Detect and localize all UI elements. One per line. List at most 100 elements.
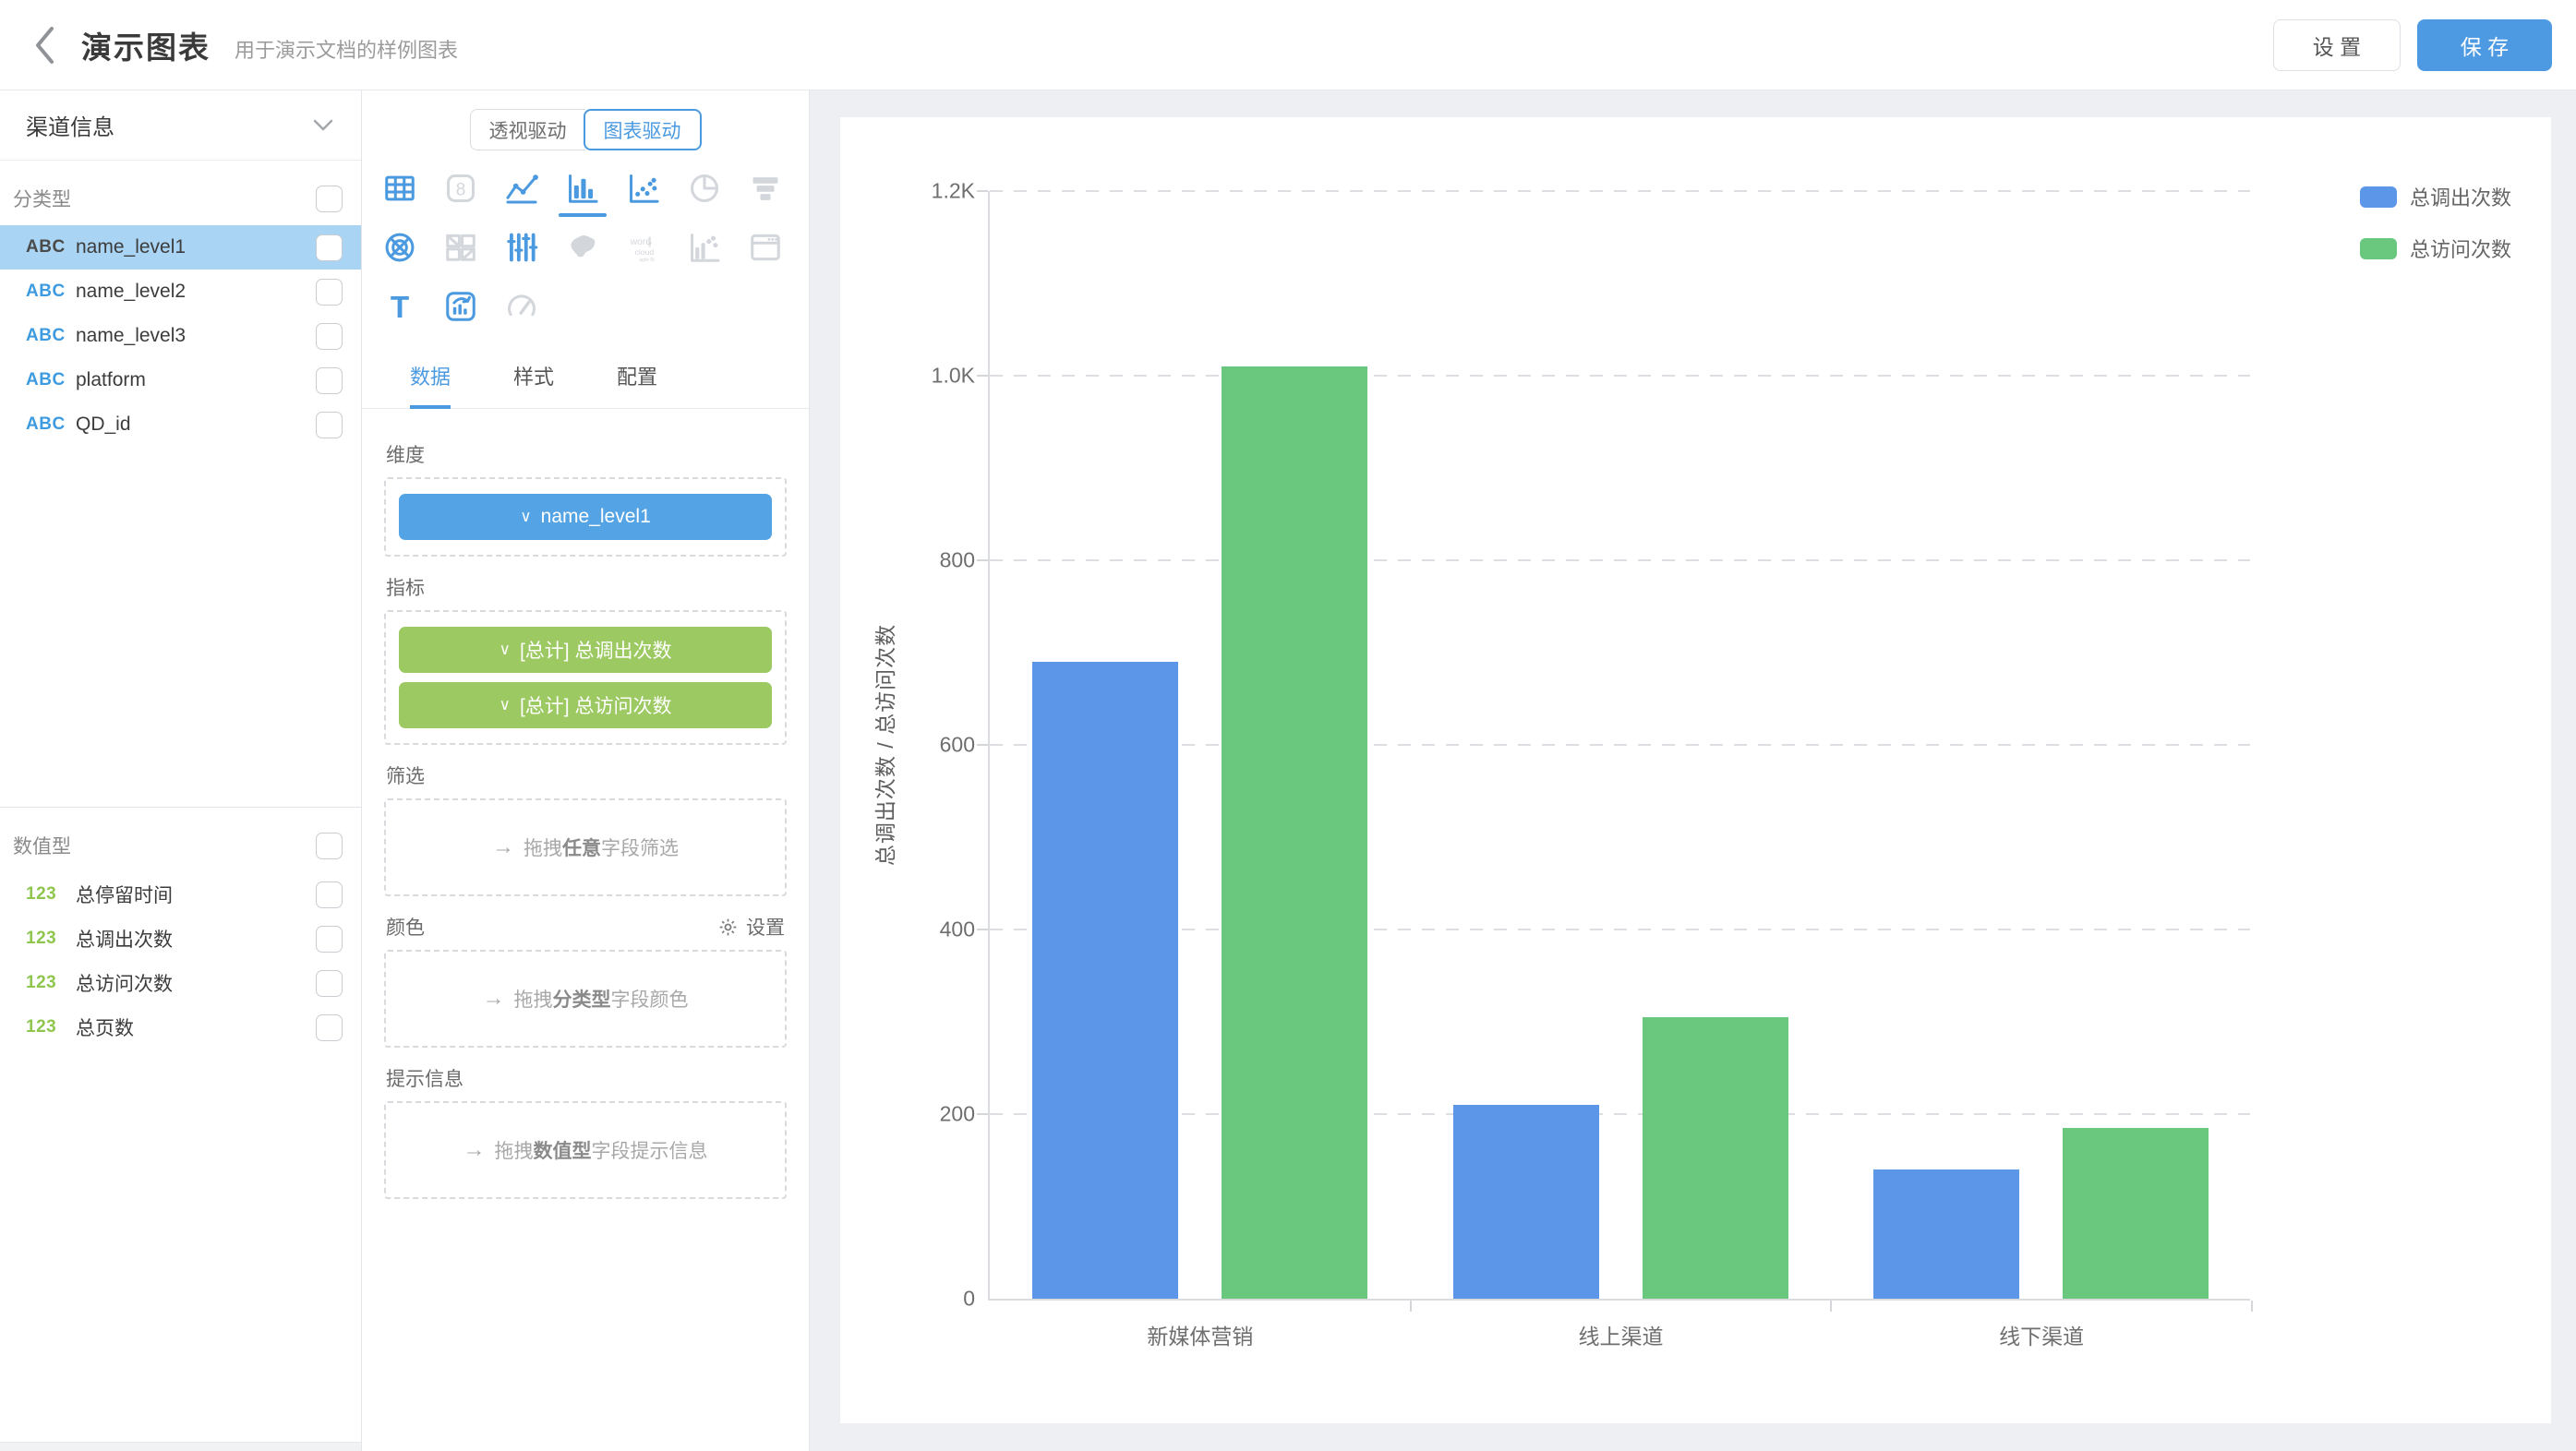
- table-icon[interactable]: [369, 169, 430, 208]
- text-icon[interactable]: T: [369, 287, 430, 326]
- filter-dropzone[interactable]: → 拖拽任意字段筛选: [384, 798, 787, 896]
- color-dropzone[interactable]: → 拖拽分类型字段颜色: [384, 950, 787, 1048]
- line-chart-icon[interactable]: [491, 169, 552, 208]
- field-type-badge: ABC: [26, 282, 76, 302]
- bar-总调出次数-新媒体营销[interactable]: [1032, 662, 1178, 1299]
- chevron-down-icon: [313, 119, 333, 131]
- arrow-right-icon: →: [483, 986, 505, 1012]
- field-section-label: 分类型: [13, 185, 71, 212]
- field-checkbox[interactable]: [316, 970, 343, 997]
- chart-card: 总调出次数总访问次数 总调出次数 / 总访问次数 02004006008001.…: [840, 117, 2551, 1423]
- legend-item-总访问次数[interactable]: 总访问次数: [2360, 234, 2511, 263]
- dimension-chip[interactable]: ∨name_level1: [399, 494, 772, 540]
- field-name: 总调出次数: [76, 925, 316, 953]
- field-item-总停留时间[interactable]: 123总停留时间: [0, 872, 361, 917]
- field-type-badge: 123: [26, 1017, 76, 1037]
- field-type-badge: 123: [26, 973, 76, 993]
- driver-tab-图表驱动[interactable]: 图表驱动: [584, 109, 702, 150]
- field-item-name_level2[interactable]: ABCname_level2: [0, 270, 361, 314]
- section-checkbox[interactable]: [316, 186, 343, 212]
- field-type-badge: 123: [26, 884, 76, 905]
- save-button[interactable]: 保 存: [2417, 19, 2552, 71]
- kline-chart-icon[interactable]: [491, 228, 552, 267]
- field-sidebar: 渠道信息 分类型ABCname_level1ABCname_level2ABCn…: [0, 90, 362, 1451]
- tab-配置[interactable]: 配置: [617, 361, 657, 409]
- field-checkbox[interactable]: [316, 881, 343, 908]
- combo-chart-icon: [674, 228, 735, 267]
- arrow-right-icon: →: [492, 834, 514, 860]
- field-checkbox[interactable]: [316, 323, 343, 350]
- y-tick-label: 1.2K: [892, 179, 975, 204]
- field-item-总访问次数[interactable]: 123总访问次数: [0, 961, 361, 1005]
- bar-总调出次数-线上渠道[interactable]: [1453, 1105, 1599, 1299]
- chart-type-grid: 8wordcloudagileagile BiT: [369, 169, 809, 326]
- page-title: 演示图表: [81, 23, 211, 67]
- field-checkbox[interactable]: [316, 279, 343, 306]
- field-type-badge: ABC: [26, 414, 76, 435]
- field-item-name_level1[interactable]: ABCname_level1: [0, 225, 361, 270]
- field-name: 总停留时间: [76, 881, 316, 908]
- field-checkbox[interactable]: [316, 367, 343, 394]
- x-category-label: 线上渠道: [1411, 1319, 1832, 1350]
- section-measure-fields: 数值型123总停留时间123总调出次数123总访问次数123总页数: [0, 807, 361, 1442]
- svg-text:agile: agile: [647, 236, 653, 247]
- bar-总调出次数-线下渠道[interactable]: [1873, 1169, 2019, 1299]
- field-item-platform[interactable]: ABCplatform: [0, 358, 361, 402]
- radar-chart-icon[interactable]: [369, 228, 430, 267]
- field-name: name_level1: [76, 236, 316, 258]
- gridline: [990, 744, 2250, 746]
- filter-shelf-label: 筛选: [386, 761, 425, 789]
- scatter-chart-icon[interactable]: [613, 169, 674, 208]
- china-map-icon: [552, 228, 613, 267]
- tooltip-shelf-label: 提示信息: [386, 1064, 463, 1092]
- svg-text:8: 8: [456, 180, 466, 199]
- field-type-badge: 123: [26, 929, 76, 949]
- metric-card-icon[interactable]: [430, 287, 491, 326]
- y-tick-label: 200: [892, 1102, 975, 1127]
- dataset-selector[interactable]: 渠道信息: [0, 90, 361, 161]
- dataset-name: 渠道信息: [26, 109, 114, 141]
- field-item-总页数[interactable]: 123总页数: [0, 1005, 361, 1049]
- gridline: [990, 929, 2250, 930]
- field-checkbox[interactable]: [316, 412, 343, 438]
- field-checkbox[interactable]: [316, 234, 343, 261]
- y-axis-tick: [977, 929, 988, 930]
- shelves: 维度 ∨name_level1 指标 ∨[总计] 总调出次数∨[总计] 总访问次…: [362, 409, 809, 1451]
- tab-数据[interactable]: 数据: [410, 361, 451, 409]
- settings-button[interactable]: 设 置: [2273, 19, 2401, 71]
- bar-chart-icon[interactable]: [552, 169, 613, 208]
- gridline: [990, 190, 2250, 192]
- field-item-name_level3[interactable]: ABCname_level3: [0, 314, 361, 358]
- gridline: [990, 375, 2250, 377]
- x-axis-tick: [2251, 1301, 2253, 1312]
- tab-样式[interactable]: 样式: [513, 361, 554, 409]
- measure-chip[interactable]: ∨[总计] 总访问次数: [399, 682, 772, 728]
- measure-chip[interactable]: ∨[总计] 总调出次数: [399, 627, 772, 673]
- driver-tab-透视驱动[interactable]: 透视驱动: [470, 109, 585, 150]
- gridline: [990, 1113, 2250, 1115]
- bar-总访问次数-新媒体营销[interactable]: [1222, 366, 1367, 1299]
- gridline: [990, 559, 2250, 561]
- y-tick-label: 800: [892, 548, 975, 573]
- measure-dropzone[interactable]: ∨[总计] 总调出次数 ∨[总计] 总访问次数: [384, 610, 787, 745]
- chart-config-panel: 透视驱动图表驱动 8wordcloudagileagile BiT 数据 样式 配置…: [362, 90, 810, 1451]
- legend-item-总调出次数[interactable]: 总调出次数: [2360, 182, 2511, 211]
- bar-总访问次数-线上渠道[interactable]: [1643, 1017, 1788, 1299]
- field-item-总调出次数[interactable]: 123总调出次数: [0, 917, 361, 961]
- field-checkbox[interactable]: [316, 926, 343, 953]
- field-checkbox[interactable]: [316, 1014, 343, 1041]
- sidebar-scrollbar[interactable]: [0, 1442, 361, 1451]
- legend-swatch: [2360, 186, 2397, 208]
- color-shelf-label: 颜色: [386, 913, 425, 941]
- selected-chart-underline: [559, 213, 607, 217]
- bar-总访问次数-线下渠道[interactable]: [2063, 1128, 2209, 1299]
- x-axis-tick: [1410, 1301, 1412, 1312]
- back-button[interactable]: [24, 22, 65, 68]
- section-checkbox[interactable]: [316, 833, 343, 859]
- chart-canvas-area: 总调出次数总访问次数 总调出次数 / 总访问次数 02004006008001.…: [810, 90, 2576, 1451]
- dimension-dropzone[interactable]: ∨name_level1: [384, 477, 787, 557]
- color-settings-button[interactable]: 设置: [717, 913, 785, 941]
- tooltip-dropzone[interactable]: → 拖拽数值型字段提示信息: [384, 1101, 787, 1199]
- y-axis-tick: [977, 375, 988, 377]
- field-item-QD_id[interactable]: ABCQD_id: [0, 402, 361, 447]
